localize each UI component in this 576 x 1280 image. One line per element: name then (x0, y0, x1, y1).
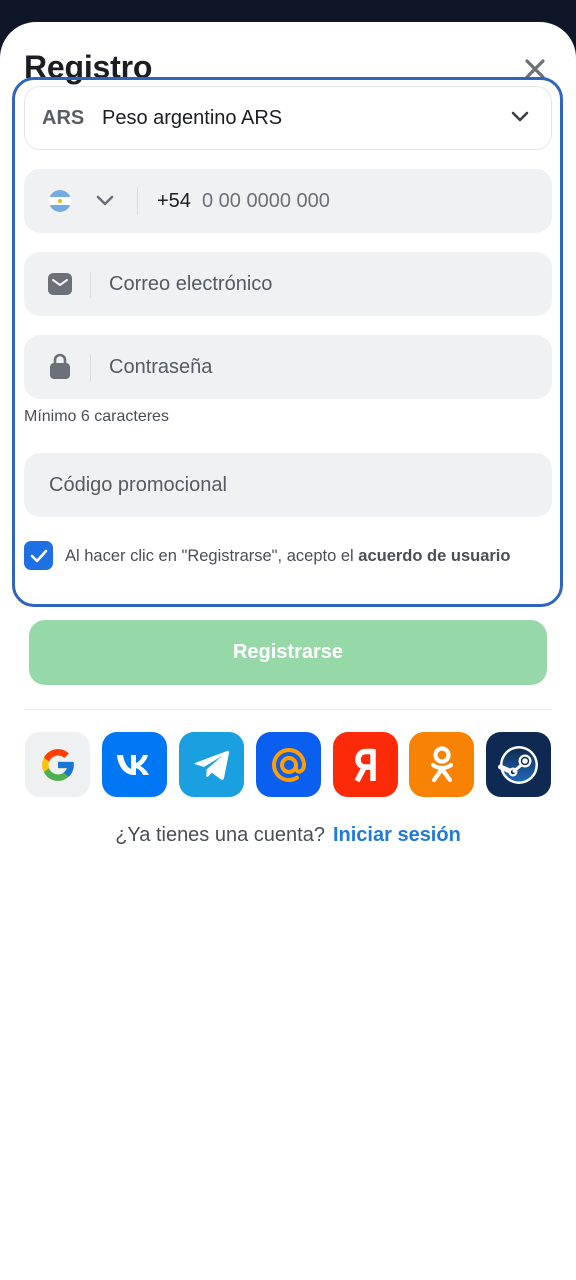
steam-login-button[interactable] (486, 732, 551, 797)
currency-code: ARS (42, 106, 85, 129)
mailru-icon (271, 747, 306, 782)
divider (137, 187, 138, 215)
divider (24, 709, 552, 710)
register-button[interactable]: Registrarse (29, 620, 547, 685)
argentina-flag-icon (49, 190, 71, 212)
terms-label: Al hacer clic en "Registrarse", acepto e… (65, 547, 359, 565)
yandex-icon (354, 748, 376, 782)
country-chevron-down-icon[interactable] (96, 195, 114, 207)
chevron-down-icon (511, 111, 529, 122)
password-hint: Mínimo 6 caracteres (24, 408, 169, 425)
currency-select[interactable]: ARS Peso argentino ARS (24, 86, 552, 150)
vk-icon (116, 754, 149, 775)
promo-code-field[interactable]: Código promocional (24, 453, 552, 517)
phone-input-placeholder[interactable]: 0 00 0000 000 (202, 190, 330, 213)
envelope-icon (48, 273, 72, 295)
divider (90, 355, 91, 381)
vk-login-button[interactable] (102, 732, 167, 797)
phone-field[interactable]: +54 0 00 0000 000 (24, 169, 552, 233)
odnoklassniki-login-button[interactable] (409, 732, 474, 797)
email-input-placeholder[interactable]: Correo electrónico (109, 273, 272, 296)
phone-country-code: +54 (157, 189, 191, 212)
login-link[interactable]: Iniciar sesión (333, 824, 461, 846)
email-field[interactable]: Correo electrónico (24, 252, 552, 316)
currency-name: Peso argentino ARS (102, 106, 283, 129)
steam-icon (497, 745, 538, 784)
password-input-placeholder[interactable]: Contraseña (109, 356, 212, 379)
telegram-icon (194, 750, 229, 780)
terms-checkbox[interactable] (24, 541, 53, 570)
login-question: ¿Ya tienes una cuenta? (115, 824, 325, 846)
password-field[interactable]: Contraseña (24, 335, 552, 399)
divider (90, 272, 91, 298)
terms-text: Al hacer clic en "Registrarse", acepto e… (65, 545, 535, 568)
checkmark-icon (30, 549, 47, 562)
login-prompt: ¿Ya tienes una cuenta? Iniciar sesión (0, 824, 576, 847)
google-icon (41, 748, 74, 781)
user-agreement-link[interactable]: acuerdo de usuario (358, 547, 510, 565)
promo-input-placeholder[interactable]: Código promocional (49, 474, 227, 497)
mailru-login-button[interactable] (256, 732, 321, 797)
google-login-button[interactable] (25, 732, 90, 797)
telegram-login-button[interactable] (179, 732, 244, 797)
lock-icon (50, 353, 70, 379)
yandex-login-button[interactable] (333, 732, 398, 797)
odnoklassniki-icon (430, 745, 453, 782)
